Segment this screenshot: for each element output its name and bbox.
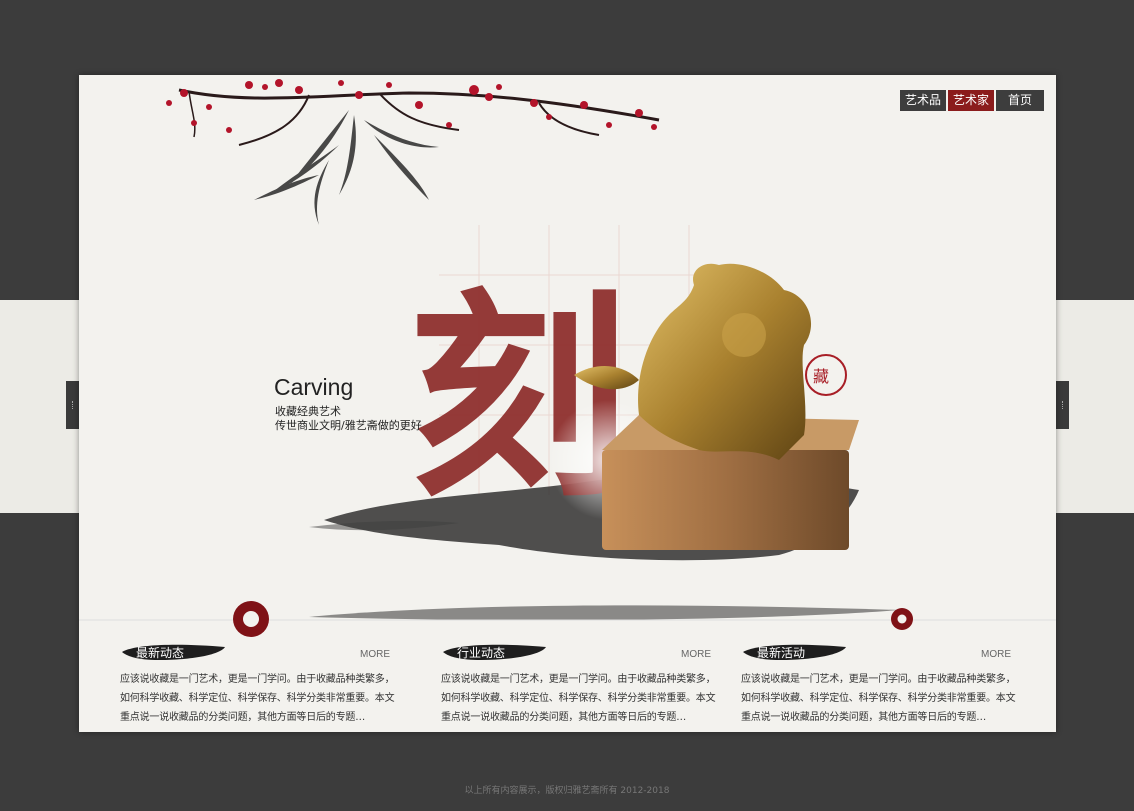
news-body: 应该说收藏是一门艺术，更是一门学问。由于收藏品种类繁多， 如何科学收藏、科学定位…	[441, 670, 716, 727]
news-line: 应该说收藏是一门艺术，更是一门学问。由于收藏品种类繁多，	[120, 674, 395, 685]
news-column-latest: 最新动态 MORE 应该说收藏是一门艺术，更是一门学问。由于收藏品种类繁多， 如…	[120, 640, 395, 727]
hero-subtitle-1: 收藏经典艺术	[275, 405, 341, 418]
nav-item-home[interactable]: 首页	[995, 90, 1044, 111]
news-line: 重点说一说收藏品的分类问题，其他方面等日后的专题…	[441, 712, 686, 723]
news-column-events: 最新活动 MORE 应该说收藏是一门艺术，更是一门学问。由于收藏品种类繁多， 如…	[741, 640, 1016, 727]
nav-item-artworks[interactable]: 艺术品	[899, 90, 946, 111]
news-line: 如何科学收藏、科学定位、科学保存、科学分类非常重要。本文	[741, 693, 1016, 704]
hero-title: Carving	[274, 374, 354, 400]
grip-icon	[1061, 401, 1064, 409]
more-link[interactable]: MORE	[360, 649, 390, 660]
news-line: 如何科学收藏、科学定位、科学保存、科学分类非常重要。本文	[120, 693, 395, 704]
news-body: 应该说收藏是一门艺术，更是一门学问。由于收藏品种类繁多， 如何科学收藏、科学定位…	[120, 670, 395, 727]
news-line: 应该说收藏是一门艺术，更是一门学问。由于收藏品种类繁多，	[741, 674, 1016, 685]
footer-copyright: 以上所有内容展示，版权归雅艺斋所有 2012-2018	[464, 786, 670, 796]
news-line: 重点说一说收藏品的分类问题，其他方面等日后的专题…	[120, 712, 365, 723]
main-panel: 刻 藏 艺术品 艺术家 首页 Carving 收藏经典艺术 传世商业文明/雅艺斋…	[79, 75, 1056, 732]
nav-item-artists[interactable]: 艺术家	[947, 90, 994, 111]
next-slide-button[interactable]	[1056, 381, 1069, 429]
top-nav: 艺术品 艺术家 首页	[899, 90, 1044, 111]
news-body: 应该说收藏是一门艺术，更是一门学问。由于收藏品种类繁多， 如何科学收藏、科学定位…	[741, 670, 1016, 727]
svg-text:藏: 藏	[813, 367, 829, 386]
decoration-layer: 刻 藏	[79, 79, 1056, 637]
news-line: 应该说收藏是一门艺术，更是一门学问。由于收藏品种类繁多，	[441, 674, 716, 685]
news-label: 最新活动	[757, 645, 806, 660]
news-label: 最新动态	[136, 645, 185, 660]
news-line: 如何科学收藏、科学定位、科学保存、科学分类非常重要。本文	[441, 693, 716, 704]
news-column-industry: 行业动态 MORE 应该说收藏是一门艺术，更是一门学问。由于收藏品种类繁多， 如…	[441, 640, 716, 727]
grip-icon	[71, 401, 74, 409]
news-line: 重点说一说收藏品的分类问题，其他方面等日后的专题…	[741, 712, 986, 723]
hero-subtitle-2: 传世商业文明/雅艺斋做的更好	[275, 419, 422, 432]
news-label: 行业动态	[457, 645, 506, 660]
prev-slide-button[interactable]	[66, 381, 79, 429]
plum-blossom-branch-icon	[166, 79, 660, 146]
more-link[interactable]: MORE	[681, 649, 711, 660]
more-link[interactable]: MORE	[981, 649, 1011, 660]
